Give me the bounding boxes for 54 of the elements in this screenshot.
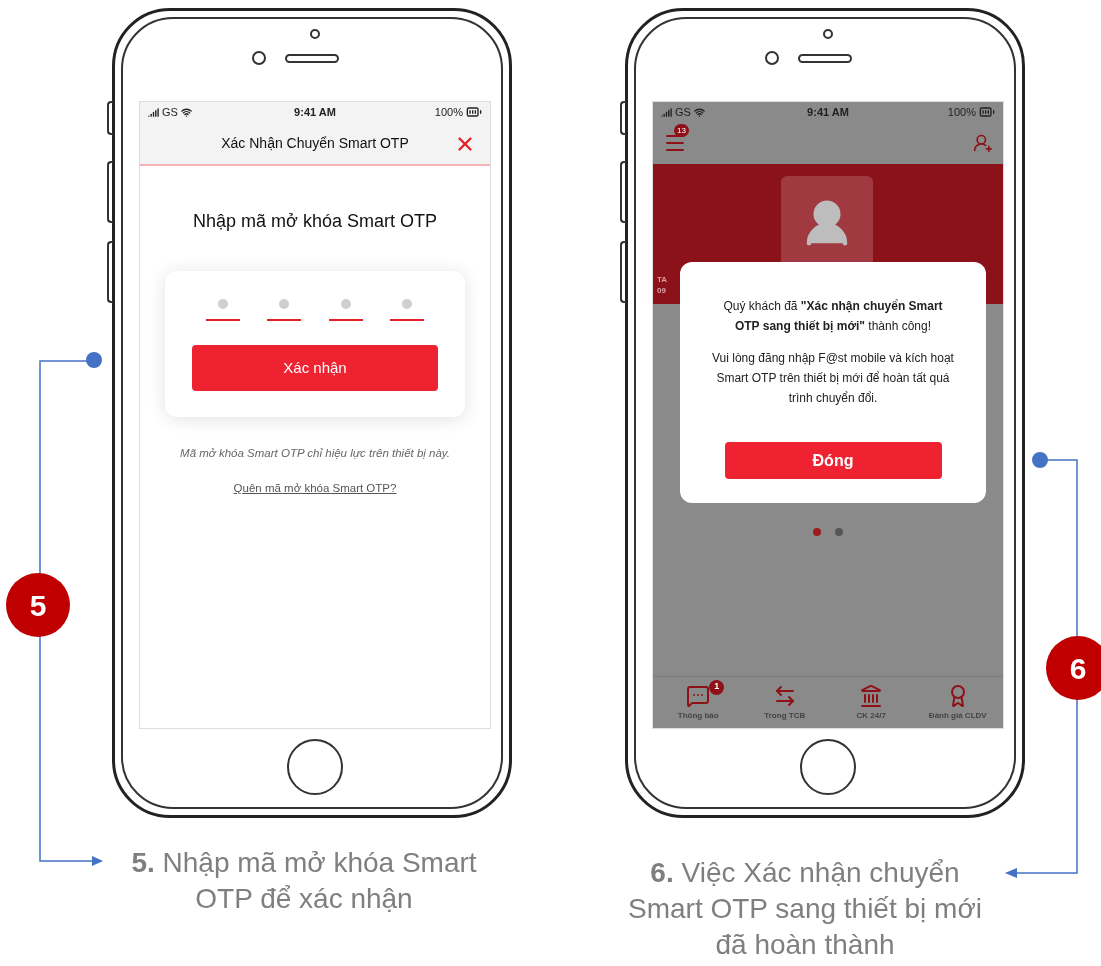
home-button-icon[interactable] (800, 739, 856, 795)
tab-item[interactable]: CK 24/7 (828, 683, 915, 722)
notification-badge: 1 (709, 679, 725, 695)
battery-percent: 100% (434, 104, 463, 120)
status-time: 9:41 AM (807, 104, 849, 120)
pin-slot[interactable] (390, 299, 424, 321)
status-time: 9:41 AM (294, 104, 336, 120)
otp-heading: Nhập mã mở khóa Smart OTP (192, 210, 438, 233)
tab-item[interactable]: Đánh giá CLDV (914, 683, 1001, 722)
carrier-label: GS (162, 104, 178, 120)
card-text: TA (657, 274, 668, 285)
dialog-instruction: Vui lòng đăng nhập F@st mobile và kích hoạt Smart OTP trên thiết bị mới để hoàn tất quá trình chuyển đổi. (711, 350, 955, 407)
home-button-icon[interactable] (287, 739, 343, 795)
side-button-icon (107, 241, 113, 303)
earpiece-icon (765, 51, 779, 65)
tab-item[interactable]: Trong TCB (741, 683, 828, 722)
signal-icon (661, 106, 672, 118)
pin-slot[interactable] (206, 299, 240, 321)
side-button-icon (620, 101, 626, 135)
speaker-slot-icon (798, 54, 852, 63)
signal-icon (148, 106, 159, 118)
carrier-label: GS (675, 104, 691, 120)
side-button-icon (107, 101, 113, 135)
step-caption: 5. Nhập mã mở khóa Smart OTP để xác nhận (130, 846, 478, 916)
step-badge: 5 (6, 573, 70, 637)
earpiece-icon (252, 51, 266, 65)
speaker-slot-icon (285, 54, 339, 63)
validity-note: Mã mở khóa Smart OTP chỉ hiệu lực trên thiết bị này. (179, 446, 451, 461)
user-icon[interactable] (973, 133, 993, 153)
pin-slot[interactable] (328, 299, 363, 321)
callout-dot (86, 352, 102, 368)
side-button-icon (620, 241, 626, 303)
battery-icon (466, 104, 482, 120)
forgot-code-link[interactable]: Quên mã mở khóa Smart OTP? (233, 480, 397, 498)
screen-title: Xác Nhận Chuyển Smart OTP (221, 133, 409, 153)
step-caption: 6. Việc Xác nhận chuyển Smart OTP sang thiết bị mới đã hoàn thành (627, 856, 983, 962)
step-badge: 6 (1046, 636, 1101, 700)
chat-icon (686, 683, 711, 708)
battery-percent: 100% (947, 104, 976, 120)
dialog-message: Quý khách đã "Xác nhận chuyển Smart OTP sang thiết bị mới" thành công! (722, 298, 944, 335)
close-dialog-button[interactable]: Đóng (724, 442, 942, 479)
callout-dot (1032, 452, 1048, 468)
wifi-icon (180, 106, 192, 118)
wifi-icon (693, 106, 705, 118)
battery-icon (979, 104, 995, 120)
camera-icon (310, 29, 320, 39)
side-button-icon (620, 161, 626, 223)
side-button-icon (107, 161, 113, 223)
pin-slot[interactable] (267, 299, 302, 321)
bank-icon (859, 683, 884, 708)
card-text: 09 (657, 285, 667, 296)
confirm-button[interactable]: Xác nhận (192, 345, 438, 391)
camera-icon (823, 29, 833, 39)
menu-badge: 13 (674, 124, 689, 137)
